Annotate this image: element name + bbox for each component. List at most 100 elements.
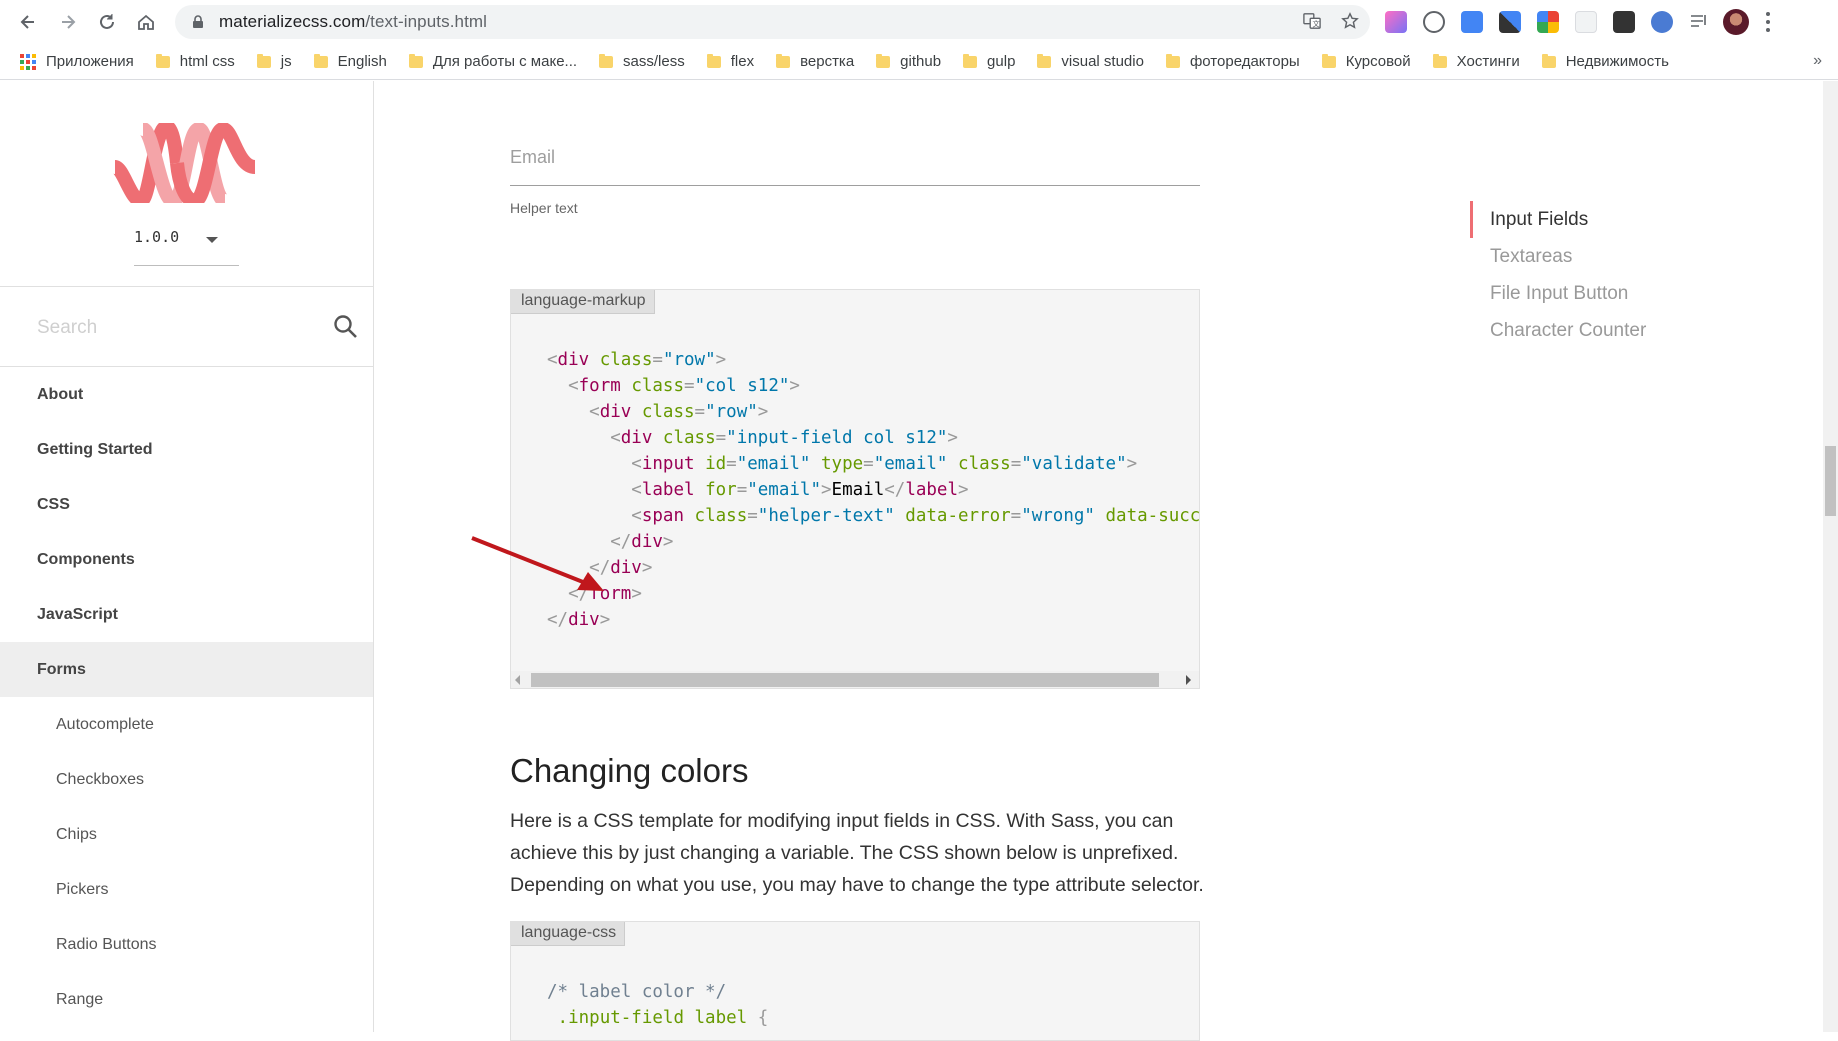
code-language-tag: language-css	[511, 922, 626, 946]
search-icon[interactable]	[333, 314, 359, 340]
scrollbar-thumb[interactable]	[1825, 446, 1836, 516]
bookmark-folder[interactable]: gulp	[963, 53, 1015, 70]
page: 1.0.0 Search About Getting Started CSS Comp…	[0, 81, 1838, 1041]
code-content: <div class="row"> <form class="col s12">…	[547, 347, 1201, 633]
reload-icon[interactable]	[89, 4, 125, 40]
page-scrollbar[interactable]	[1823, 81, 1838, 1032]
sidebar-subitem-chips[interactable]: Chips	[0, 807, 373, 862]
toc-item-input-fields[interactable]: Input Fields	[1470, 201, 1646, 238]
bookmark-label: Курсовой	[1345, 53, 1411, 70]
bookmark-label: sass/less	[623, 53, 685, 70]
search-input[interactable]: Search	[37, 317, 97, 339]
bookmark-folder[interactable]: English	[313, 53, 387, 70]
sidebar-item-javascript[interactable]: JavaScript	[0, 587, 373, 642]
sidebar-subitem-autocomplete[interactable]: Autocomplete	[0, 697, 373, 752]
code-content: /* label color */ .input-field label {	[547, 979, 1201, 1031]
sidebar-subitem-range[interactable]: Range	[0, 972, 373, 1027]
sidebar-item-forms[interactable]: Forms	[0, 642, 373, 697]
scroll-left-icon[interactable]	[515, 675, 520, 685]
code-line: <span class="helper-text" data-error="wr…	[631, 506, 1201, 526]
extensions-bar	[1385, 9, 1771, 35]
toc-item-textareas[interactable]: Textareas	[1473, 238, 1646, 275]
folder-icon	[706, 53, 721, 68]
sidebar-item-css[interactable]: CSS	[0, 477, 373, 532]
extension-icon[interactable]	[1537, 11, 1559, 33]
bookmark-folder[interactable]: visual studio	[1037, 53, 1144, 70]
bookmark-folder[interactable]: верстка	[776, 53, 854, 70]
folder-icon	[1321, 53, 1336, 68]
code-line: /* label color */	[547, 982, 727, 1002]
home-icon[interactable]	[128, 4, 164, 40]
picker-extension-icon[interactable]	[1499, 11, 1521, 33]
version-underline	[134, 265, 239, 266]
extension-icon[interactable]	[1651, 11, 1673, 33]
forward-icon[interactable]	[50, 4, 86, 40]
table-of-contents: Input Fields Textareas File Input Button Ch…	[1470, 201, 1646, 349]
toc-item-character-counter[interactable]: Character Counter	[1473, 312, 1646, 349]
folder-icon	[1165, 53, 1180, 68]
bookmark-label: github	[900, 53, 942, 70]
code-language-tag: language-markup	[511, 290, 655, 314]
extension-icon[interactable]	[1575, 11, 1597, 33]
bookmark-folder[interactable]: Для работы с маке...	[408, 53, 578, 70]
sidebar-subitem-pickers[interactable]: Pickers	[0, 862, 373, 917]
code-block-markup: language-markup <div class="row"> <form …	[510, 289, 1201, 689]
bookmark-label: верстка	[800, 53, 855, 70]
bookmark-apps[interactable]: Приложения	[20, 53, 134, 70]
bookmark-folder[interactable]: Курсовой	[1321, 53, 1411, 70]
toc-item-file-input-button[interactable]: File Input Button	[1473, 275, 1646, 312]
bookmark-folder[interactable]: Хостинги	[1432, 53, 1520, 70]
back-icon[interactable]	[10, 4, 46, 40]
helper-text: Helper text	[510, 200, 578, 216]
translate-icon[interactable]: 文	[1302, 11, 1322, 31]
sidebar-item-about[interactable]: About	[0, 367, 373, 422]
scrollbar-thumb[interactable]	[531, 673, 1159, 687]
code-line: </form>	[568, 584, 642, 604]
menu-icon[interactable]	[1765, 12, 1771, 32]
materialize-logo[interactable]	[111, 119, 257, 209]
code-line: <div class="row">	[589, 402, 769, 422]
bookmark-folder[interactable]: github	[876, 53, 941, 70]
folder-icon	[313, 53, 328, 68]
folder-icon	[1037, 53, 1052, 68]
folder-icon	[963, 53, 978, 68]
version-label: 1.0.0	[134, 228, 180, 246]
sidebar-subitem-checkboxes[interactable]: Checkboxes	[0, 752, 373, 807]
sidebar-item-getting-started[interactable]: Getting Started	[0, 422, 373, 477]
folder-icon	[256, 53, 271, 68]
bookmark-folder[interactable]: sass/less	[599, 53, 685, 70]
bookmark-folder[interactable]: Недвижимость	[1541, 53, 1669, 70]
star-icon[interactable]	[1340, 11, 1360, 31]
divider	[0, 286, 374, 287]
bookmark-label: Для работы с маке...	[432, 53, 578, 70]
selenium-extension-icon[interactable]	[1613, 11, 1635, 33]
bookmark-folder[interactable]: html css	[155, 53, 235, 70]
media-icon[interactable]	[1689, 11, 1707, 33]
code-block-css: language-css /* label color */ .input-fi…	[510, 921, 1200, 1041]
svg-text:文: 文	[1312, 19, 1319, 28]
main-content: Email Helper text language-markup <div c…	[375, 81, 1838, 1041]
folder-icon	[1432, 53, 1447, 68]
translate-extension-icon[interactable]	[1461, 11, 1483, 33]
bookmark-label: фоторедакторы	[1189, 53, 1300, 70]
folder-icon	[155, 53, 170, 68]
bookmark-folder[interactable]: js	[256, 53, 292, 70]
bookmark-label: flex	[730, 53, 755, 70]
email-field-underline	[510, 185, 1200, 186]
version-select[interactable]: 1.0.0	[134, 228, 239, 248]
bookmark-folder[interactable]: фоторедакторы	[1165, 53, 1300, 70]
annotation-arrow-icon	[471, 536, 604, 591]
sidebar-subitem-radio-buttons[interactable]: Radio Buttons	[0, 917, 373, 972]
sidebar-item-components[interactable]: Components	[0, 532, 373, 587]
scroll-right-icon[interactable]	[1186, 675, 1191, 685]
bookmark-folder[interactable]: flex	[706, 53, 755, 70]
profile-avatar[interactable]	[1723, 9, 1749, 35]
extension-icon[interactable]	[1423, 11, 1445, 33]
section-paragraph: Here is a CSS template for modifying inp…	[510, 810, 1204, 896]
bookmark-label: visual studio	[1061, 53, 1144, 70]
bookmarks-overflow-icon[interactable]: »	[1813, 52, 1822, 70]
extension-icon[interactable]	[1385, 11, 1407, 33]
horizontal-scrollbar[interactable]	[511, 671, 1199, 688]
address-bar[interactable]: materializecss.com/text-inputs.html 文	[175, 5, 1370, 39]
email-field-label[interactable]: Email	[510, 147, 555, 168]
